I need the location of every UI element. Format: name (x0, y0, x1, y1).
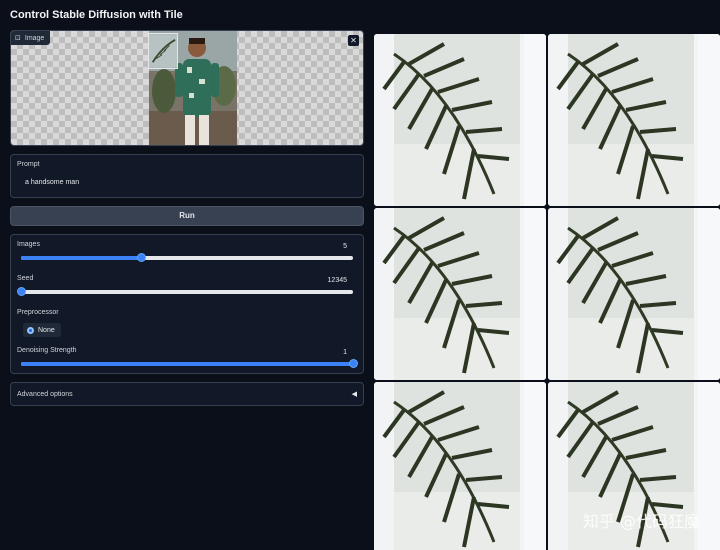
images-slider-handle[interactable] (136, 253, 146, 262)
watermark: 知乎 @代码狂魔 (582, 512, 700, 531)
palm-leaf-image (548, 208, 720, 380)
image-label: ⊡ Image (11, 31, 51, 45)
photo-thumbnail (148, 33, 178, 69)
images-slider[interactable] (21, 253, 353, 262)
images-value[interactable]: 5 (343, 243, 347, 250)
palm-leaf-image (374, 382, 546, 550)
gallery-image[interactable] (548, 208, 720, 380)
images-label: Images (17, 241, 40, 248)
advanced-options-label: Advanced options (17, 391, 73, 398)
images-slider-row: Images 5 (17, 241, 357, 275)
denoising-slider-fill (21, 362, 353, 366)
close-icon[interactable]: ✕ (348, 35, 359, 46)
run-button[interactable]: Run (10, 206, 364, 226)
seed-slider-handle[interactable] (17, 287, 26, 296)
denoising-slider-handle[interactable] (349, 359, 358, 368)
collapse-arrow-icon[interactable]: ◀ (352, 390, 357, 398)
seed-value[interactable]: 12345 (328, 277, 347, 284)
palm-leaf-image (374, 34, 546, 206)
radio-selected-icon[interactable] (27, 326, 34, 334)
denoising-label: Denoising Strength (17, 347, 77, 354)
app-title: Control Stable Diffusion with Tile (10, 9, 183, 21)
seed-slider-row: Seed 12345 (17, 275, 357, 309)
output-gallery (374, 34, 720, 550)
denoising-value[interactable]: 1 (343, 349, 347, 356)
seed-label: Seed (17, 275, 34, 282)
preprocessor-label: Preprocessor (17, 309, 59, 316)
gallery-image[interactable] (374, 382, 546, 550)
left-column: ⊡ Image ✕ Prompt a handsome man Run Imag… (10, 30, 364, 406)
gallery-image[interactable] (374, 208, 546, 380)
palm-leaf-image (548, 34, 720, 206)
preprocessor-option-none[interactable]: None (23, 323, 61, 337)
prompt-input[interactable]: a handsome man (17, 174, 357, 192)
seed-slider[interactable] (17, 287, 353, 296)
prompt-block: Prompt a handsome man (10, 154, 364, 198)
denoising-slider[interactable] (21, 359, 358, 368)
preprocessor-group: Preprocessor None (17, 309, 357, 347)
image-icon: ⊡ (15, 35, 21, 42)
images-slider-fill (21, 256, 141, 260)
advanced-options-accordion[interactable]: Advanced options ◀ (10, 382, 364, 406)
palm-leaf-image (374, 208, 546, 380)
denoising-slider-row: Denoising Strength 1 (17, 347, 358, 381)
prompt-label: Prompt (17, 161, 40, 168)
controls-block: Images 5 Seed 12345 Preprocessor None De… (10, 234, 364, 374)
gallery-image[interactable] (374, 34, 546, 206)
gallery-image[interactable] (548, 34, 720, 206)
image-input[interactable]: ⊡ Image ✕ (10, 30, 364, 146)
